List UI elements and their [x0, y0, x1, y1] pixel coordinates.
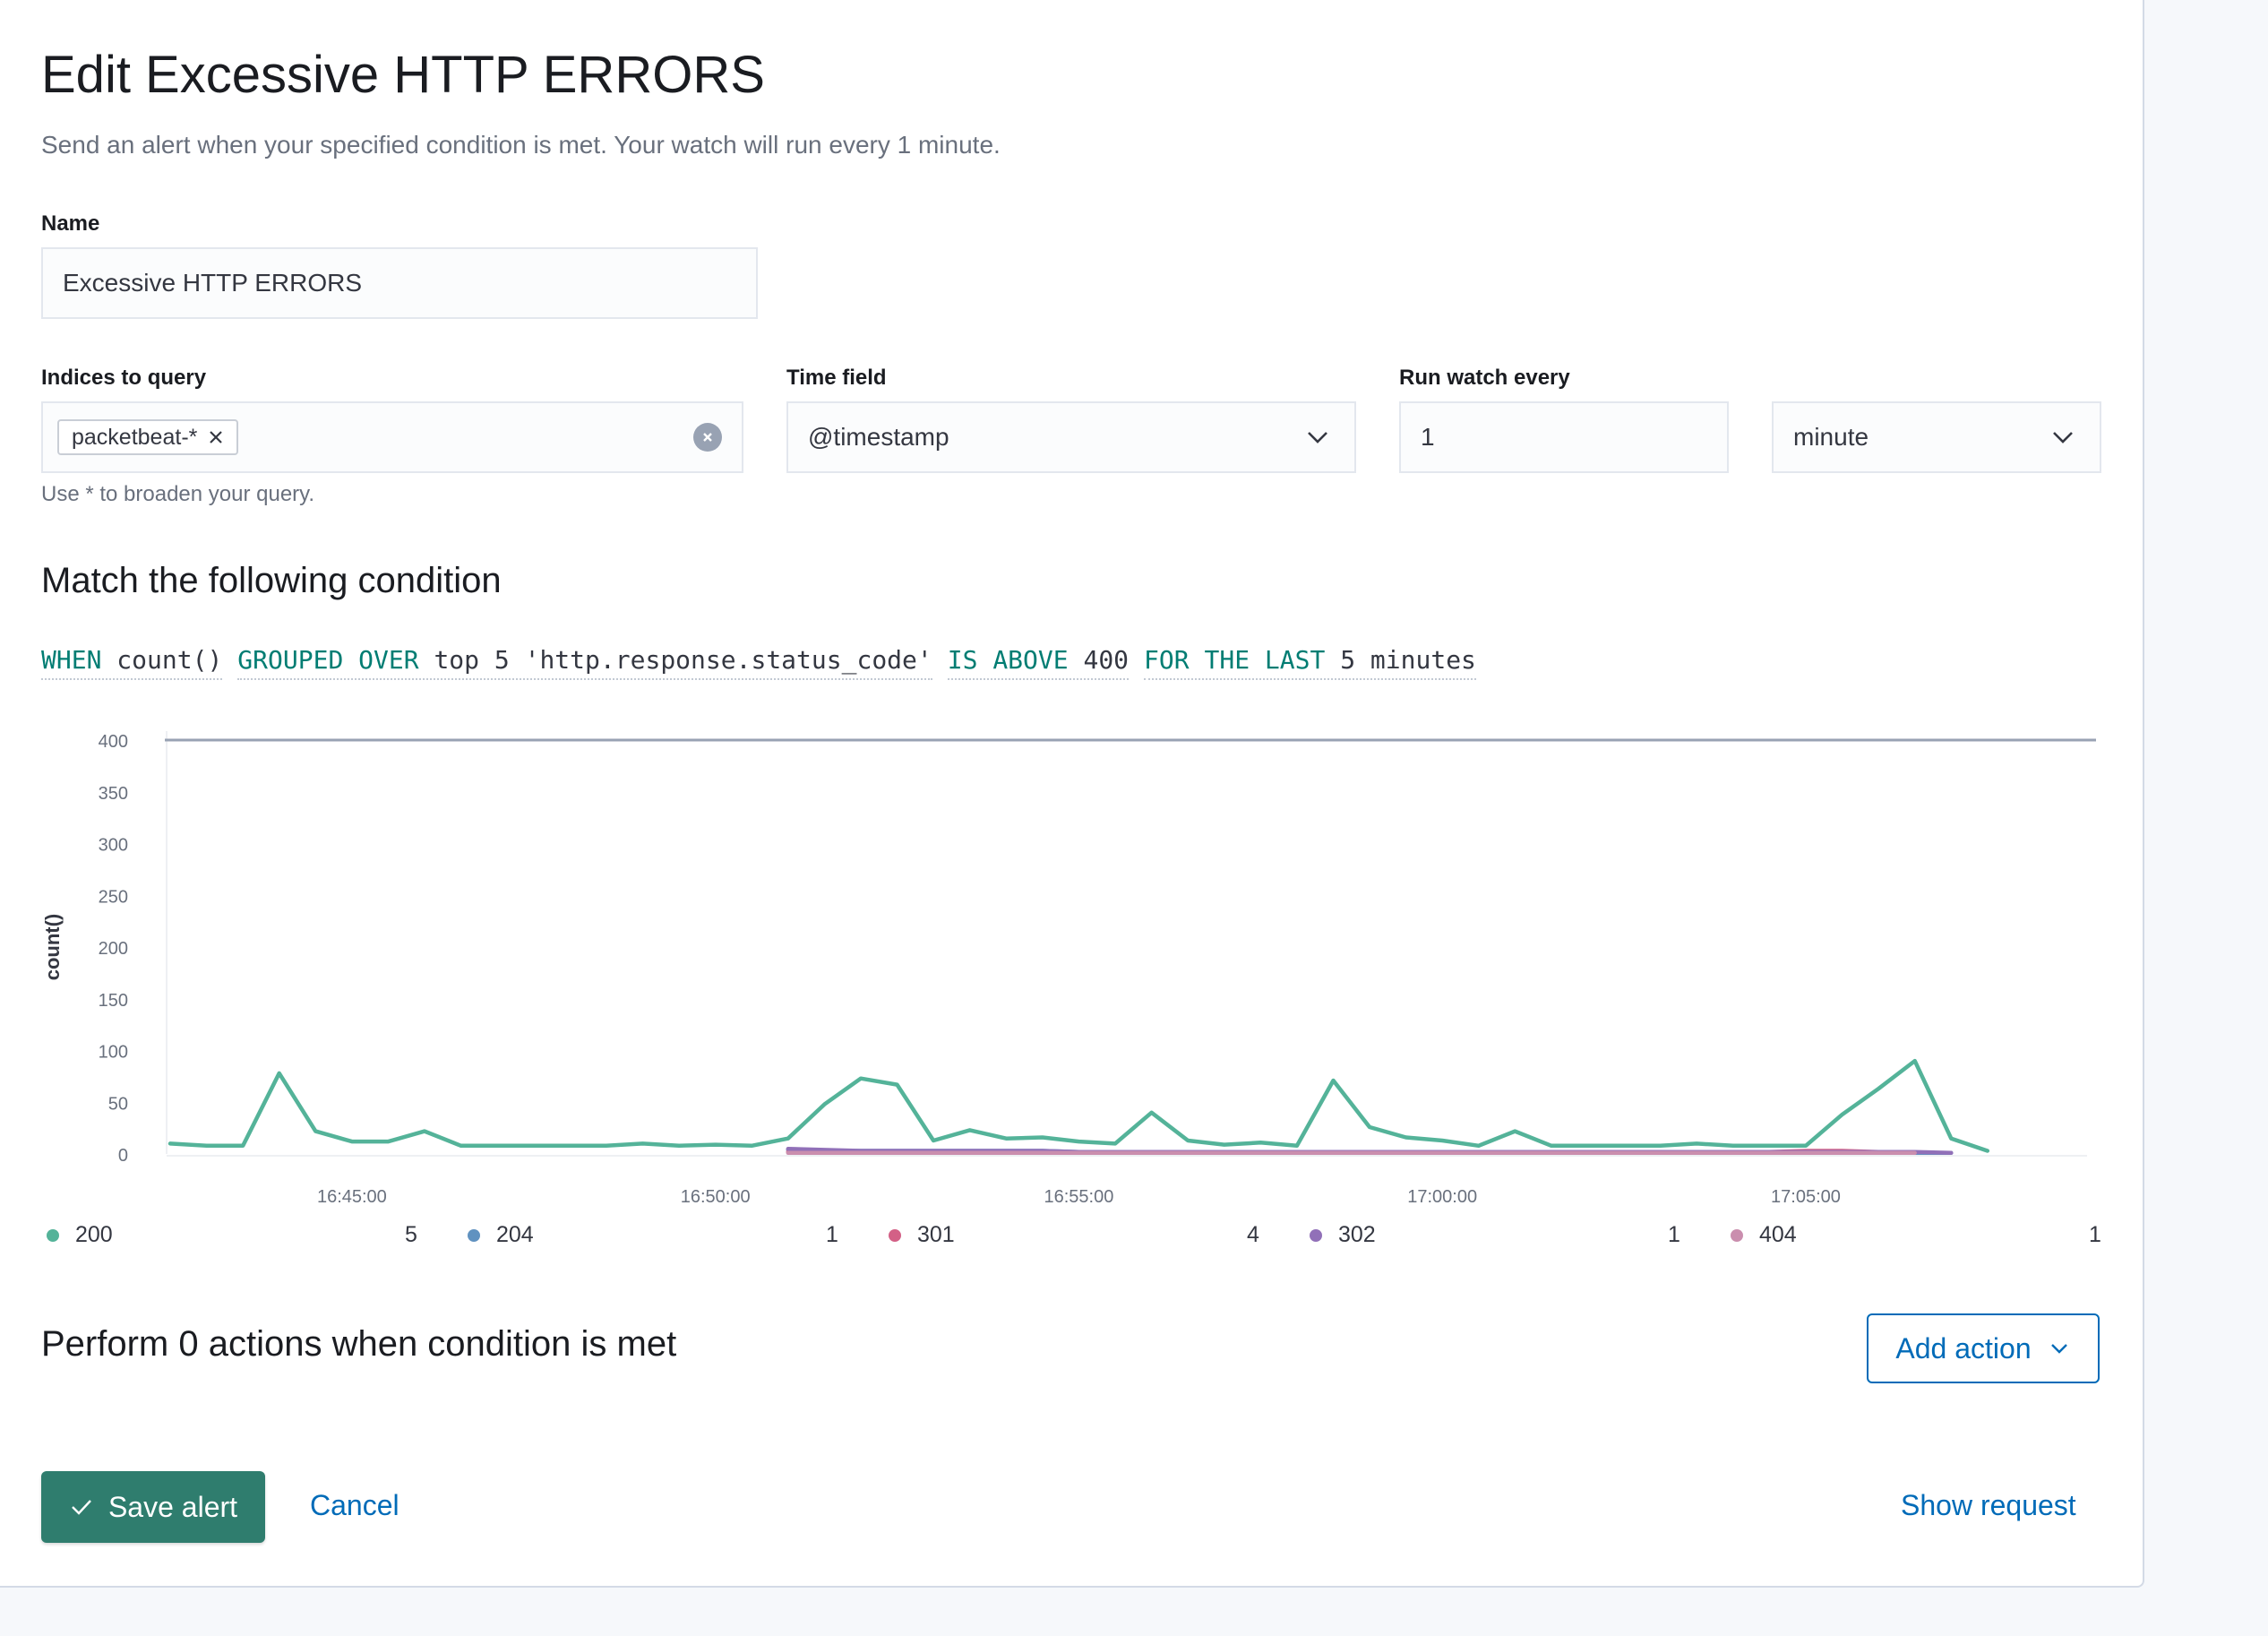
legend-item-404[interactable]: 404	[1731, 1222, 1797, 1248]
y-tick-label: 350	[99, 784, 128, 804]
x-tick-label: 17:00:00	[1407, 1187, 1477, 1207]
condition-chart: 0 50 100 150 200 250 300 350 400 count() 16:45:00 1…	[41, 731, 2096, 1207]
legend-item-204[interactable]: 204	[468, 1222, 534, 1248]
chevron-down-icon	[1308, 432, 1327, 443]
condition-expression: WHEN count() GROUPED OVER top 5 'http.re…	[41, 645, 1476, 680]
clear-indices-icon[interactable]	[693, 423, 722, 452]
y-tick-label: 50	[108, 1094, 128, 1114]
index-pill-label: packetbeat-*	[72, 424, 198, 450]
remove-index-icon[interactable]	[208, 429, 224, 445]
add-action-button[interactable]: Add action	[1867, 1313, 2100, 1383]
run-every-input[interactable]: 1	[1399, 401, 1729, 473]
x-tick-label: 16:55:00	[1044, 1187, 1113, 1207]
name-input[interactable]: Excessive HTTP ERRORS	[41, 247, 758, 319]
indices-help-text: Use * to broaden your query.	[41, 482, 315, 506]
chevron-down-icon	[2053, 432, 2073, 443]
save-alert-button[interactable]: Save alert	[41, 1471, 265, 1543]
y-tick-label: 0	[118, 1146, 128, 1166]
legend-count: 1	[1668, 1222, 1680, 1247]
series-line-200	[168, 1058, 1990, 1153]
check-icon	[72, 1500, 91, 1515]
save-alert-label: Save alert	[107, 1490, 238, 1523]
page-subtitle: Send an alert when your specified condit…	[41, 131, 1001, 159]
run-every-value: 1	[1421, 423, 1435, 451]
legend-label: 200	[75, 1222, 113, 1247]
legend-label: 302	[1338, 1222, 1376, 1247]
group-by-expression[interactable]: GROUPED OVER top 5 'http.response.status…	[237, 645, 932, 680]
y-tick-label: 200	[99, 939, 128, 959]
show-request-link[interactable]: Show request	[1901, 1489, 2076, 1522]
time-field-label: Time field	[786, 366, 887, 390]
run-every-unit-value: minute	[1793, 423, 1869, 451]
legend-swatch	[468, 1228, 480, 1242]
actions-heading: Perform 0 actions when condition is met	[41, 1324, 677, 1364]
run-every-label: Run watch every	[1399, 366, 1570, 390]
x-tick-label: 17:05:00	[1771, 1187, 1841, 1207]
time-field-value: @timestamp	[808, 423, 949, 451]
indices-combobox[interactable]: packetbeat-*	[41, 401, 743, 473]
time-window-expression[interactable]: FOR THE LAST 5 minutes	[1144, 645, 1476, 680]
y-tick-label: 100	[99, 1043, 128, 1063]
add-action-label: Add action	[1895, 1331, 2032, 1365]
y-tick-label: 250	[99, 887, 128, 907]
y-tick-label: 300	[99, 836, 128, 856]
condition-heading: Match the following condition	[41, 561, 502, 600]
legend-item-200[interactable]: 200	[47, 1222, 113, 1248]
legend-count: 5	[405, 1222, 417, 1247]
time-field-select[interactable]: @timestamp	[786, 401, 1356, 473]
legend-swatch	[47, 1228, 59, 1242]
name-label: Name	[41, 211, 100, 236]
x-tick-label: 16:45:00	[317, 1187, 387, 1207]
x-tick-label: 16:50:00	[681, 1187, 751, 1207]
name-input-value: Excessive HTTP ERRORS	[63, 269, 362, 297]
y-tick-label: 150	[99, 991, 128, 1011]
chart-legend: 200 5 204 1 301 4 302 1 404 1	[47, 1222, 2107, 1258]
legend-item-302[interactable]: 302	[1310, 1222, 1376, 1248]
threshold-expression[interactable]: IS ABOVE 400	[947, 645, 1130, 680]
chevron-down-icon	[2050, 1344, 2067, 1354]
run-every-unit-select[interactable]: minute	[1772, 401, 2101, 473]
legend-swatch	[1310, 1228, 1322, 1242]
cancel-link[interactable]: Cancel	[310, 1489, 399, 1522]
legend-label: 404	[1759, 1222, 1797, 1247]
index-pill: packetbeat-*	[57, 419, 239, 455]
when-expression[interactable]: WHEN count()	[41, 645, 223, 680]
legend-count: 1	[2089, 1222, 2101, 1247]
legend-count: 1	[826, 1222, 838, 1247]
legend-item-301[interactable]: 301	[889, 1222, 955, 1248]
y-axis-label: count()	[41, 914, 64, 981]
legend-label: 301	[917, 1222, 955, 1247]
edit-alert-panel: Edit Excessive HTTP ERRORS Send an alert…	[0, 0, 2144, 1588]
legend-swatch	[1731, 1228, 1743, 1242]
y-tick-label: 400	[99, 732, 128, 752]
legend-label: 204	[496, 1222, 534, 1247]
page-title: Edit Excessive HTTP ERRORS	[41, 46, 765, 104]
indices-label: Indices to query	[41, 366, 207, 390]
legend-swatch	[889, 1228, 901, 1242]
legend-count: 4	[1247, 1222, 1259, 1247]
